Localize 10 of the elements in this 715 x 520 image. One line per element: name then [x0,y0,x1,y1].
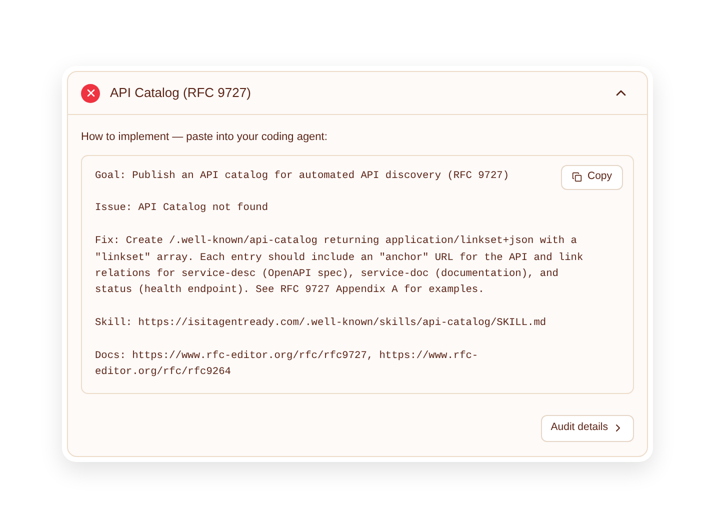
panel-title: API Catalog (RFC 9727) [110,84,251,102]
prompt-text: Issue: API Catalog not found [95,201,268,216]
instructions-label: How to implement — paste into your coding agent: [81,130,328,145]
copy-icon [572,172,582,182]
copy-button[interactable]: Copy [561,164,623,190]
prompt-text: Docs: https://www.rfc-editor.org/rfc/rfc9727, https://www.rfc-editor.org/rfc/rfc9264 [95,348,480,380]
prompt-text: Fix: Create /.well-known/api-catalog returning application/linkset+json with a "linkset" array. Each entry should include an "anchor" URL for the API and link relations for service-desc (OpenAPI spec), service-doc (documentation), and status (health endpoint). See RFC 9727 Appendix A for examples. [95,234,584,298]
audit-details-button[interactable]: Audit details [540,414,634,442]
prompt-text: Goal: Publish an API catalog for automated API discovery (RFC 9727) [95,168,510,184]
prompt-text: Skill: https://isitagentready.com/.well-known/skills/api-catalog/SKILL.md [95,316,546,332]
